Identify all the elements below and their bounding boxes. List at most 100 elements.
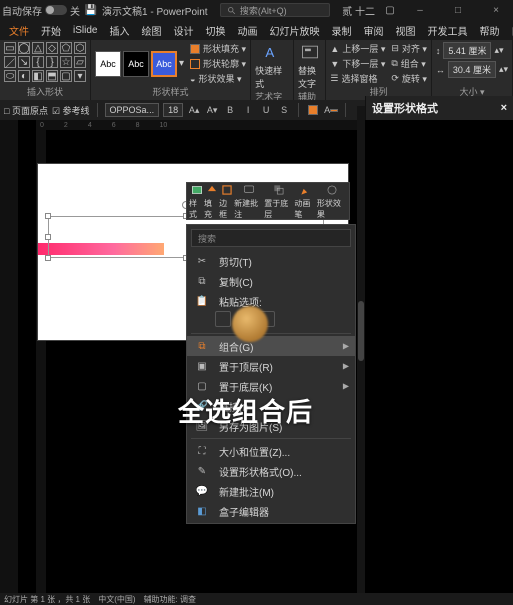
tab-view[interactable]: 视图 [390, 21, 420, 40]
width-input[interactable]: ↔ 30.4 厘米 ▴▾ [436, 61, 508, 78]
vertical-scrollbar[interactable] [357, 106, 365, 593]
tab-slideshow[interactable]: 幻灯片放映 [264, 21, 324, 40]
panel-title: 设置形状格式 [372, 100, 438, 116]
increase-font-icon[interactable]: A▴ [187, 103, 201, 117]
titlebar: 自动保存 关 💾 演示文稿1 - PowerPoint 搜索(Alt+Q) 贰 … [0, 0, 513, 20]
video-caption: 全选组合后 [178, 392, 313, 429]
group-label: 插入形状 [27, 85, 63, 98]
tab-islide[interactable]: iSlide [68, 23, 102, 38]
ctx-group[interactable]: ⧉组合(G)▶ [187, 336, 355, 356]
tab-review[interactable]: 审阅 [358, 21, 388, 40]
group-label: 形状样式 [153, 85, 189, 98]
selection-pane-button[interactable]: ☰ 选择窗格 [330, 72, 385, 85]
tab-record[interactable]: 录制 [326, 21, 356, 40]
ctx-copy[interactable]: ⧉复制(C) [187, 271, 355, 291]
qat-save-icon[interactable]: 💾 [84, 3, 98, 17]
document-name: 演示文稿1 - PowerPoint [102, 3, 208, 18]
bring-forward-button[interactable]: ▲ 上移一层 ▾ [330, 42, 385, 55]
window-close[interactable]: × [481, 1, 511, 19]
quick-styles-button[interactable]: A 快速样式 [255, 42, 289, 90]
height-input[interactable]: ↕ 5.41 厘米 ▴▾ [436, 42, 508, 59]
thumbnail-strip[interactable] [0, 120, 18, 593]
mini-toolbar: 样式 填充 边框 新建批注 置于底层 动画笔 形状效果 [186, 182, 350, 220]
search-box[interactable]: 搜索(Alt+Q) [220, 3, 330, 17]
group-accessibility: 替换文字 辅助功能 [294, 40, 326, 100]
context-menu: 搜索 ✂剪切(T) ⧉复制(C) 📋粘贴选项: ⧉组合(G)▶ ▣置于顶层(R)… [186, 224, 356, 524]
search-icon [227, 6, 236, 15]
group-shape-styles: Abc Abc Abc ▾ 形状填充 ▾ 形状轮廓 ▾ ◒形状效果 ▾ 形状样式 [91, 40, 251, 100]
font-size-selector[interactable]: 18 [163, 103, 183, 117]
tab-help[interactable]: 帮助 [474, 21, 504, 40]
group-label: 艺术字样式 ▾ [255, 90, 289, 100]
underline-button[interactable]: U [259, 103, 273, 117]
shape-fill-button[interactable]: 形状填充 ▾ [190, 42, 246, 55]
cursor-highlight-blob [232, 306, 268, 342]
tab-developer[interactable]: 开发工具 [422, 21, 472, 40]
resize-handle-w[interactable] [45, 234, 51, 240]
font-color-button[interactable]: A [324, 103, 338, 117]
mini-outline[interactable]: 边框 [219, 183, 234, 220]
page-origin-toggle[interactable]: □ 页面原点 [4, 104, 48, 117]
ctx-search[interactable]: 搜索 [191, 229, 351, 247]
bold-button[interactable]: B [223, 103, 237, 117]
resize-handle-nw[interactable] [45, 213, 51, 219]
style-gallery[interactable]: Abc Abc Abc ▾ [95, 51, 184, 77]
panel-close-icon[interactable]: × [501, 102, 507, 114]
mini-send-back[interactable]: 置于底层 [264, 183, 294, 220]
mini-shape-effects[interactable]: 形状效果 [317, 183, 347, 220]
mini-anim-pen[interactable]: 动画笔 [294, 183, 317, 220]
shape-effects-button[interactable]: ◒形状效果 ▾ [190, 72, 246, 85]
mini-fill[interactable]: 填充 [204, 183, 219, 220]
tab-animations[interactable]: 动画 [232, 21, 262, 40]
guides-toggle[interactable]: ☑ 参考线 [52, 104, 90, 117]
tab-draw[interactable]: 绘图 [136, 21, 166, 40]
tab-insert[interactable]: 插入 [104, 21, 134, 40]
status-bar: 幻灯片 第 1 张 ，共 1 张 中文(中国) 辅助功能: 调查 [0, 593, 513, 605]
italic-button[interactable]: I [241, 103, 255, 117]
ctx-size-pos[interactable]: ⛶大小和位置(Z)... [187, 441, 355, 461]
shapes-gallery[interactable]: ▭◯△◇⬠⬡ ／↘{}☆▱ ⬭◐◧⬒▢▾ [4, 42, 86, 82]
horizontal-ruler: 0246810 [36, 120, 363, 130]
highlight-button[interactable] [306, 103, 320, 117]
alt-text-button[interactable]: 替换文字 [298, 42, 321, 90]
ctx-bring-front[interactable]: ▣置于顶层(R)▶ [187, 356, 355, 376]
user-name[interactable]: 贰 十二 [342, 3, 375, 18]
send-backward-button[interactable]: ▼ 下移一层 ▾ [330, 57, 385, 70]
svg-text:A: A [265, 45, 274, 60]
tab-home[interactable]: 开始 [36, 21, 66, 40]
group-size: ↕ 5.41 厘米 ▴▾ ↔ 30.4 厘米 ▴▾ 大小 ▾ [432, 40, 513, 100]
tab-transitions[interactable]: 切换 [200, 21, 230, 40]
resize-handle-sw[interactable] [45, 255, 51, 261]
strike-button[interactable]: S [277, 103, 291, 117]
mini-style[interactable]: 样式 [189, 183, 204, 220]
ctx-box-editor[interactable]: ◧盒子编辑器 [187, 501, 355, 521]
tab-pa[interactable]: 口袋动画 PA [506, 21, 513, 40]
ribbon-tabs: 文件 开始 iSlide 插入 绘图 设计 切换 动画 幻灯片放映 录制 审阅 … [0, 20, 513, 40]
font-selector[interactable]: OPPOSa... [105, 103, 160, 117]
group-quick-styles: A 快速样式 艺术字样式 ▾ [251, 40, 294, 100]
ribbon-body: ▭◯△◇⬠⬡ ／↘{}☆▱ ⬭◐◧⬒▢▾ 插入形状 Abc Abc Abc ▾ … [0, 40, 513, 100]
group-arrange: ▲ 上移一层 ▾ ▼ 下移一层 ▾ ☰ 选择窗格 ⊟ 对齐 ▾ ⧉ 组合 ▾ ⟳… [326, 40, 432, 100]
group-button[interactable]: ⧉ 组合 ▾ [391, 57, 427, 70]
ctx-format-shape[interactable]: ✎设置形状格式(O)... [187, 461, 355, 481]
decrease-font-icon[interactable]: A▾ [205, 103, 219, 117]
window-maximize[interactable]: □ [443, 1, 473, 19]
tab-design[interactable]: 设计 [168, 21, 198, 40]
status-language[interactable]: 中文(中国) [98, 594, 135, 605]
status-accessibility[interactable]: 辅助功能: 调查 [144, 594, 196, 605]
align-button[interactable]: ⊟ 对齐 ▾ [391, 42, 427, 55]
mini-new-comment[interactable]: 新建批注 [234, 183, 264, 220]
ctx-paste-icons[interactable] [187, 311, 355, 331]
autosave-toggle[interactable]: 自动保存 关 [2, 3, 80, 18]
group-insert-shapes: ▭◯△◇⬠⬡ ／↘{}☆▱ ⬭◐◧⬒▢▾ 插入形状 [0, 40, 91, 100]
shape-outline-button[interactable]: 形状轮廓 ▾ [190, 57, 246, 70]
rotate-button[interactable]: ⟳ 旋转 ▾ [391, 72, 427, 85]
tab-file[interactable]: 文件 [4, 21, 34, 40]
ribbon-display-icon[interactable]: ▢ [383, 3, 397, 17]
ctx-cut[interactable]: ✂剪切(T) [187, 251, 355, 271]
ctx-paste-options: 📋粘贴选项: [187, 291, 355, 311]
ctx-new-comment[interactable]: 💬新建批注(M) [187, 481, 355, 501]
status-slide-index: 幻灯片 第 1 张 ，共 1 张 [4, 594, 90, 605]
window-minimize[interactable]: – [405, 1, 435, 19]
group-label: 辅助功能 [298, 90, 321, 100]
